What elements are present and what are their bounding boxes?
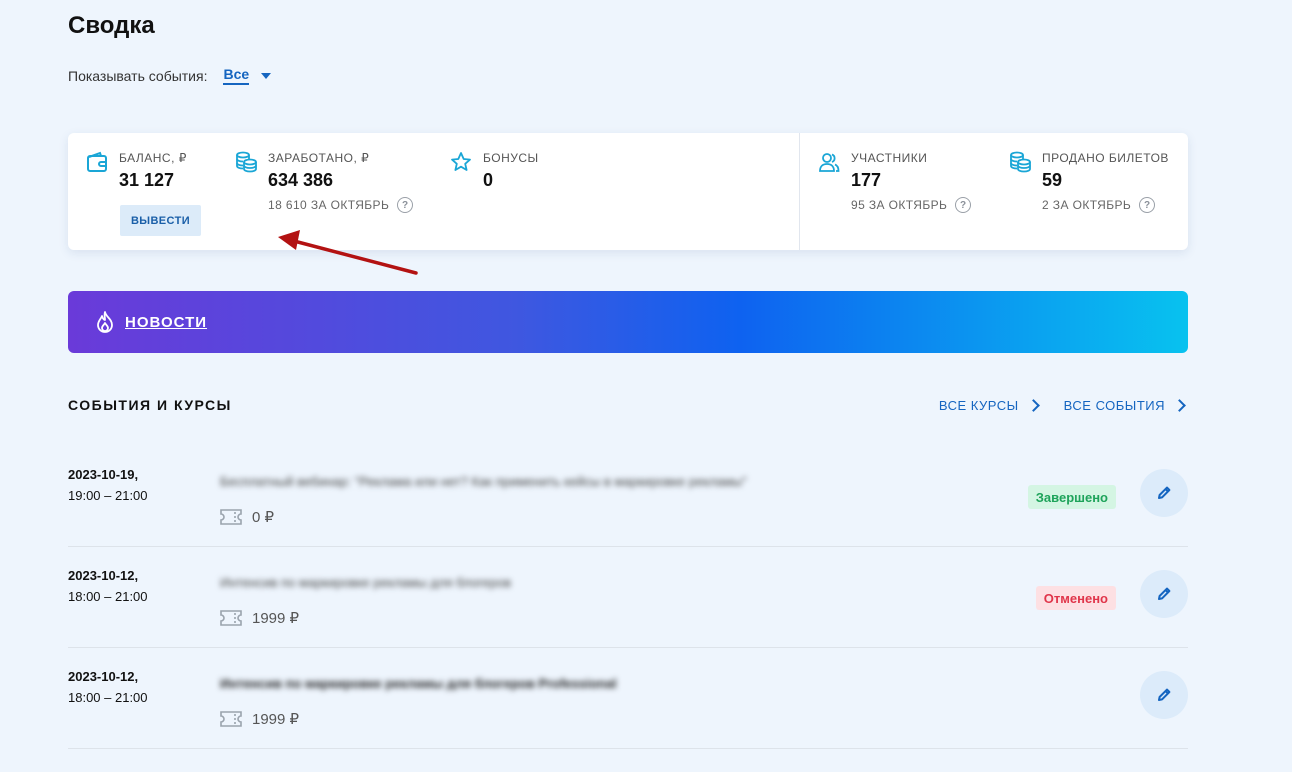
tickets-label: ПРОДАНО БИЛЕТОВ [1042, 151, 1169, 165]
ticket-icon [220, 509, 242, 525]
annotation-arrow-icon [278, 230, 418, 275]
participants-value: 177 [851, 170, 882, 190]
help-icon[interactable]: ? [955, 197, 972, 213]
users-icon [819, 153, 840, 172]
page-title: Сводка [68, 12, 155, 39]
chevron-right-icon [1026, 398, 1040, 412]
earned-value: 634 386 [268, 170, 334, 190]
withdraw-button[interactable]: ВЫВЕСТИ [120, 205, 201, 236]
all-courses-link[interactable]: ВСЕ КУРСЫ [939, 398, 1042, 413]
event-price: 1999 ₽ [220, 710, 299, 728]
event-price-value: 0 ₽ [252, 509, 275, 526]
event-price-value: 1999 ₽ [252, 711, 300, 728]
all-events-link[interactable]: ВСЕ СОБЫТИЯ [1064, 398, 1188, 413]
event-price: 1999 ₽ [220, 609, 299, 627]
tickets-month: 2 ЗА ОКТЯБРЬ [1042, 198, 1132, 212]
tickets-value: 59 [1042, 170, 1063, 190]
event-row: 2023-10-12, 18:00 – 21:00 Интенсив по ма… [68, 547, 1188, 648]
event-time: 19:00 – 21:00 [68, 488, 148, 503]
status-badge: Завершено [1027, 485, 1116, 509]
filter-label: Показывать события: [68, 67, 208, 84]
event-date: 2023-10-12, [68, 669, 139, 684]
ticket-icon [220, 711, 242, 727]
help-icon[interactable]: ? [1139, 197, 1156, 213]
balance-label: БАЛАНС, ₽ [119, 151, 187, 165]
section-links: ВСЕ КУРСЫ ВСЕ СОБЫТИЯ [939, 398, 1188, 413]
event-time: 18:00 – 21:00 [68, 589, 148, 604]
filter-dropdown[interactable]: Все [223, 66, 250, 85]
star-icon [451, 152, 471, 171]
events-section-header: СОБЫТИЯ И КУРСЫ ВСЕ КУРСЫ ВСЕ СОБЫТИЯ [68, 397, 1188, 413]
event-price: 0 ₽ [220, 508, 274, 526]
event-datetime: 2023-10-12, 18:00 – 21:00 [68, 666, 148, 708]
chevron-right-icon [1173, 398, 1186, 412]
event-time: 18:00 – 21:00 [68, 690, 148, 705]
ticket-icon [220, 610, 242, 626]
pencil-icon [1158, 587, 1171, 600]
event-row: 2023-10-19, 19:00 – 21:00 Бесплатный веб… [68, 446, 1188, 547]
event-datetime: 2023-10-19, 19:00 – 21:00 [68, 464, 148, 506]
event-price-value: 1999 ₽ [252, 610, 300, 627]
event-datetime: 2023-10-12, 18:00 – 21:00 [68, 565, 148, 607]
pencil-icon [1158, 688, 1171, 701]
balance-value: 31 127 [119, 170, 175, 190]
stats-panel: БАЛАНС, ₽ 31 127 ВЫВЕСТИ ЗАРАБОТАНО, ₽ 6… [68, 133, 1188, 250]
all-events-label: ВСЕ СОБЫТИЯ [1063, 397, 1165, 413]
event-row: 2023-10-12, 18:00 – 21:00 Интенсив по ма… [68, 648, 1188, 749]
earned-label: ЗАРАБОТАНО, ₽ [268, 151, 370, 165]
earned-sub: 18 610 ЗА ОКТЯБРЬ ? [268, 197, 414, 213]
news-link[interactable]: НОВОСТИ [125, 314, 207, 331]
event-date: 2023-10-12, [68, 568, 139, 583]
coins-icon [236, 151, 257, 173]
events-filter: Показывать события: Все [68, 66, 272, 85]
flame-icon [97, 311, 113, 333]
stats-divider [799, 133, 800, 250]
tickets-sub: 2 ЗА ОКТЯБРЬ ? [1042, 197, 1169, 213]
events-list: 2023-10-19, 19:00 – 21:00 Бесплатный веб… [68, 446, 1188, 749]
event-title[interactable]: Интенсив по маркировке рекламы для блоге… [220, 676, 616, 691]
help-icon[interactable]: ? [397, 197, 414, 213]
pencil-icon [1158, 486, 1171, 499]
participants-month: 95 ЗА ОКТЯБРЬ [851, 198, 948, 212]
wallet-icon [87, 151, 107, 172]
coins-icon [1010, 151, 1031, 173]
event-title[interactable]: Бесплатный вебинар: "Реклама или нет? Ка… [220, 474, 747, 489]
section-title: СОБЫТИЯ И КУРСЫ [68, 397, 232, 413]
edit-button[interactable] [1140, 671, 1188, 719]
caret-down-icon[interactable] [261, 72, 272, 79]
event-title[interactable]: Интенсив по маркировке рекламы для блоге… [220, 575, 511, 590]
earned-month: 18 610 ЗА ОКТЯБРЬ [268, 198, 390, 212]
participants-label: УЧАСТНИКИ [851, 151, 928, 165]
bonuses-label: БОНУСЫ [483, 151, 539, 165]
edit-button[interactable] [1140, 469, 1188, 517]
bonuses-value: 0 [483, 170, 494, 190]
edit-button[interactable] [1140, 570, 1188, 618]
status-badge: Отменено [1035, 586, 1116, 610]
event-date: 2023-10-19, [68, 467, 139, 482]
participants-sub: 95 ЗА ОКТЯБРЬ ? [851, 197, 972, 213]
news-banner[interactable]: НОВОСТИ [68, 291, 1188, 353]
all-courses-label: ВСЕ КУРСЫ [938, 397, 1019, 413]
